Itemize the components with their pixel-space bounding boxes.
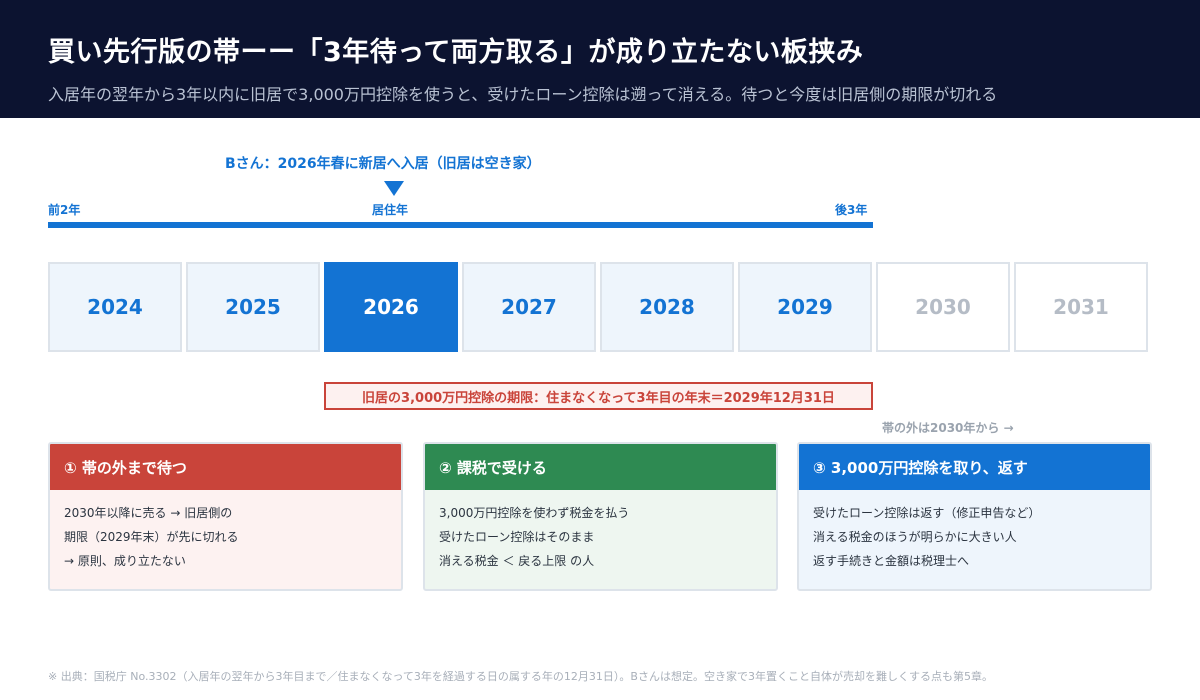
option-card-title: ③ 3,000万円控除を取り、返す — [799, 444, 1150, 490]
move-in-marker-icon — [384, 181, 404, 196]
option-card-body: 3,000万円控除を使わず税金を払う 受けたローン控除はそのまま 消える税金 ＜… — [425, 490, 776, 573]
outside-band-note: 帯の外は2030年から → — [882, 421, 1014, 435]
option-card-line: 受けたローン控除は返す（修正申告など） — [813, 506, 1041, 520]
timeline-band-bar — [48, 222, 873, 228]
year-row: 2024 2025 2026 2027 2028 2029 2030 2031 — [48, 262, 1150, 352]
year-cell: 2027 — [462, 262, 596, 352]
year-cell: 2030 — [876, 262, 1010, 352]
option-card-line: 3,000万円控除を使わず税金を払う — [439, 506, 630, 520]
option-card-line: 期限（2029年末）が先に切れる — [64, 530, 239, 544]
year-cell: 2028 — [600, 262, 734, 352]
option-card-deduction-repay: ③ 3,000万円控除を取り、返す 受けたローン控除は返す（修正申告など） 消え… — [797, 442, 1152, 591]
option-card-taxed: ② 課税で受ける 3,000万円控除を使わず税金を払う 受けたローン控除はそのま… — [423, 442, 778, 591]
timeline-label-before: 前2年 — [48, 203, 81, 217]
timeline-label-live: 居住年 — [372, 203, 409, 217]
year-cell: 2029 — [738, 262, 872, 352]
option-card-title: ② 課税で受ける — [425, 444, 776, 490]
option-card-line: 返す手続きと金額は税理士へ — [813, 554, 970, 568]
option-card-line: 受けたローン控除はそのまま — [439, 530, 595, 544]
deadline-callout: 旧居の3,000万円控除の期限：住まなくなって3年目の年末＝2029年12月31… — [324, 382, 873, 410]
year-cell: 2031 — [1014, 262, 1148, 352]
option-card-line: 消える税金 ＜ 戻る上限 の人 — [439, 554, 595, 568]
header: 買い先行版の帯ーー「3年待って両方取る」が成り立たない板挟み 入居年の翌年から3… — [0, 0, 1200, 118]
option-card-body: 受けたローン控除は返す（修正申告など） 消える税金のほうが明らかに大きい人 返す… — [799, 490, 1150, 573]
option-card-wait: ① 帯の外まで待つ 2030年以降に売る → 旧居側の 期限（2029年末）が先… — [48, 442, 403, 591]
option-card-title: ① 帯の外まで待つ — [50, 444, 401, 490]
page-title: 買い先行版の帯ーー「3年待って両方取る」が成り立たない板挟み — [48, 37, 864, 68]
option-card-line: → 原則、成り立たない — [64, 554, 186, 568]
year-cell: 2026 — [324, 262, 458, 352]
year-cell: 2025 — [186, 262, 320, 352]
option-card-line: 2030年以降に売る → 旧居側の — [64, 506, 233, 520]
timeline-label-after: 後3年 — [835, 203, 868, 217]
page-subtitle: 入居年の翌年から3年以内に旧居で3,000万円控除を使うと、受けたローン控除は遡… — [48, 85, 998, 104]
option-card-body: 2030年以降に売る → 旧居側の 期限（2029年末）が先に切れる → 原則、… — [50, 490, 401, 573]
source-footnote: ※ 出典：国税庁 No.3302（入居年の翌年から3年目まで／住まなくなって3年… — [48, 670, 993, 683]
year-cell: 2024 — [48, 262, 182, 352]
option-card-line: 消える税金のほうが明らかに大きい人 — [813, 530, 1017, 544]
person-label: Bさん：2026年春に新居へ入居（旧居は空き家） — [225, 156, 541, 172]
